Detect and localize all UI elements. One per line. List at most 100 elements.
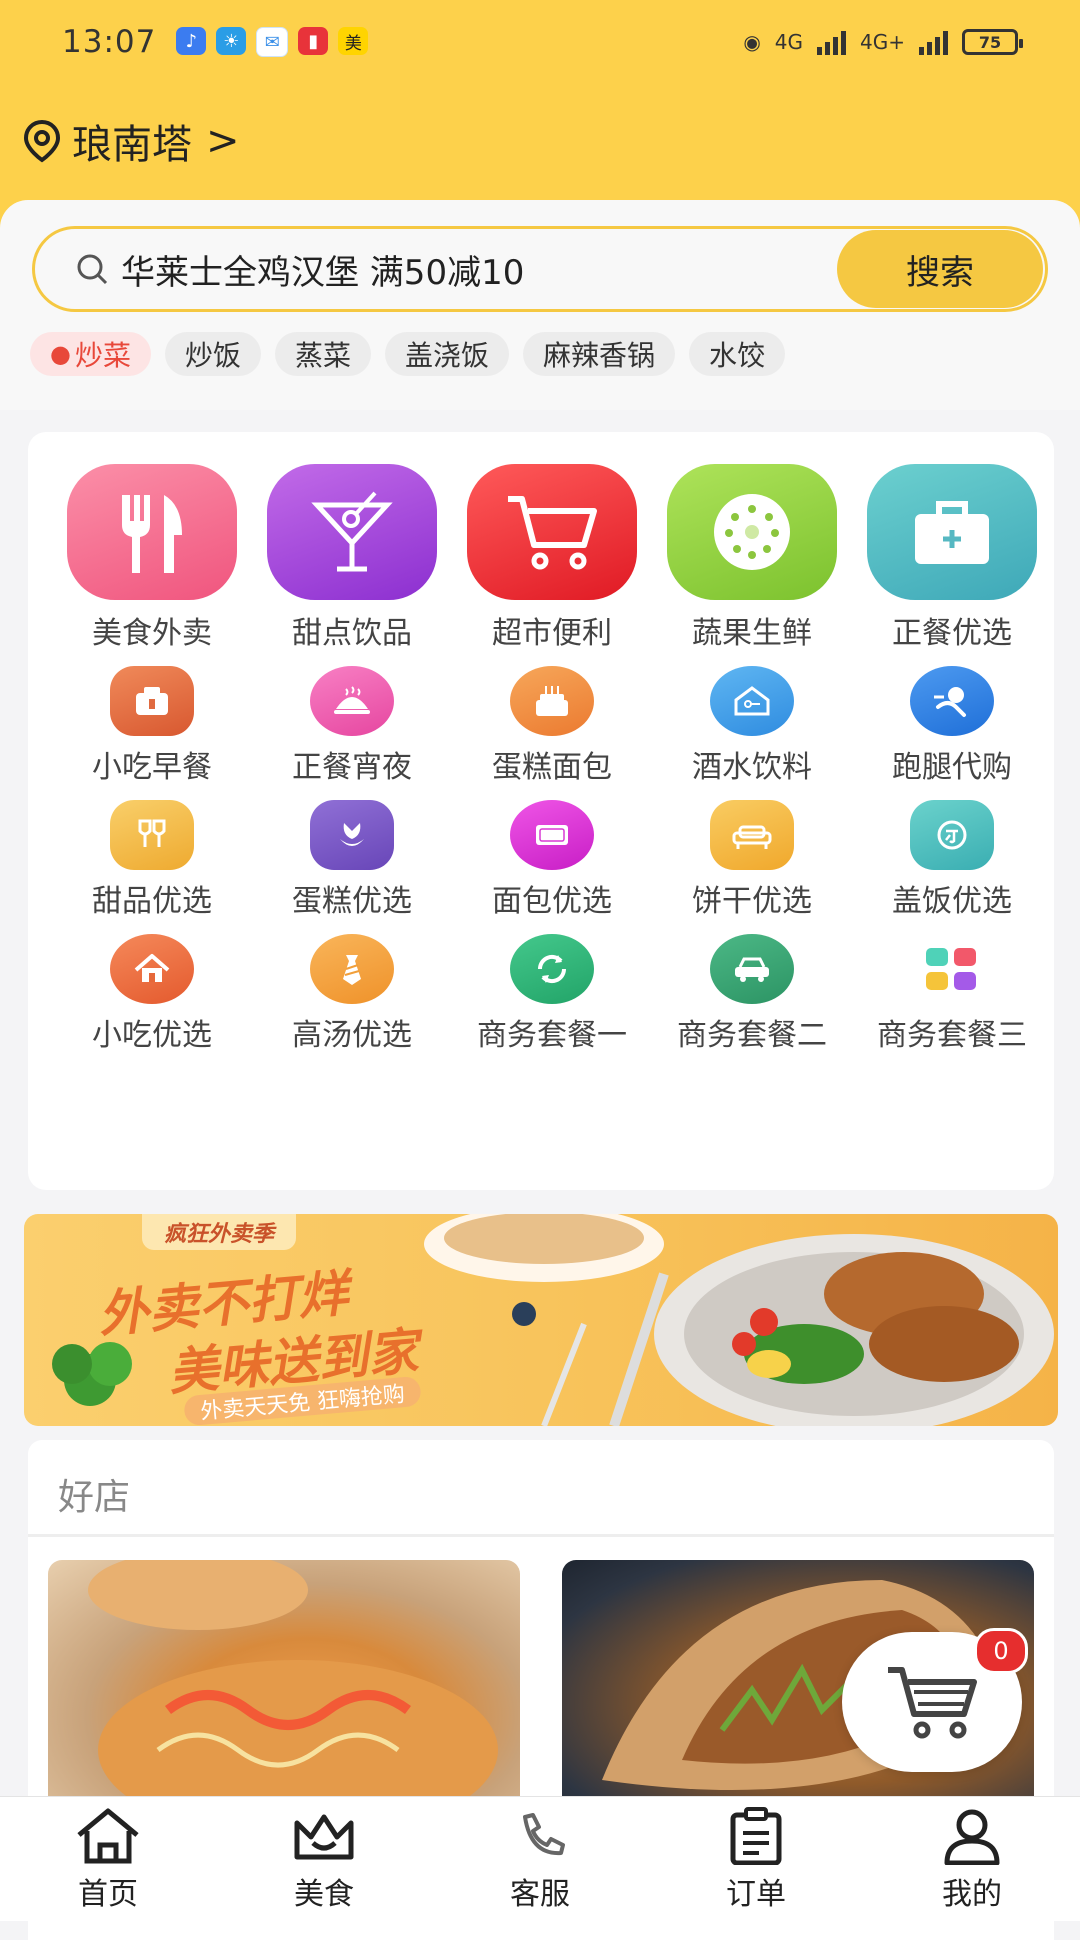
chip-label: 蒸菜 bbox=[294, 339, 351, 372]
chip-label: 炒菜 bbox=[74, 339, 131, 372]
user-icon bbox=[944, 1809, 1000, 1865]
fork-knife-icon bbox=[67, 464, 237, 600]
book-icon: ▮ bbox=[298, 27, 329, 55]
nav-profile[interactable]: 我的 bbox=[864, 1797, 1080, 1921]
cheers-icon bbox=[110, 800, 194, 870]
category-label: 酒水饮料 bbox=[692, 750, 812, 785]
category-label: 蛋糕优选 bbox=[292, 884, 412, 919]
coupon-icon bbox=[510, 800, 594, 870]
category-label: 蔬果生鲜 bbox=[692, 616, 812, 651]
nav-label: 客服 bbox=[510, 1877, 570, 1912]
cart-count-badge: 0 bbox=[974, 1628, 1028, 1674]
location-selector[interactable]: 琅南塔 > bbox=[22, 112, 240, 170]
cake-icon bbox=[510, 666, 594, 736]
network-1: 4G bbox=[774, 30, 804, 54]
category-row-2: 小吃早餐 正餐宵夜 蛋糕面包 酒水饮料 跑腿代购 bbox=[52, 666, 1052, 785]
category-label: 跑腿代购 bbox=[892, 750, 1012, 785]
category-label: 小吃早餐 bbox=[92, 750, 212, 785]
category-label: 甜点饮品 bbox=[292, 616, 412, 651]
divider bbox=[28, 1534, 1054, 1537]
tie-icon bbox=[310, 934, 394, 1004]
signal-icon bbox=[817, 29, 847, 55]
category-business-3[interactable]: 商务套餐三 bbox=[852, 934, 1052, 1053]
category-label: 蛋糕面包 bbox=[492, 750, 612, 785]
weather-icon: ☀ bbox=[216, 27, 247, 55]
chip-stir-fry[interactable]: ● 炒菜 bbox=[30, 332, 151, 376]
location-pin-icon bbox=[23, 119, 61, 163]
shop-card-image[interactable] bbox=[48, 1560, 520, 1820]
category-label: 商务套餐三 bbox=[877, 1018, 1027, 1053]
circle-tag-icon bbox=[910, 800, 994, 870]
chip-label: 炒饭 bbox=[184, 339, 241, 372]
category-supermarket[interactable]: 超市便利 bbox=[452, 464, 652, 651]
chip-fried-rice[interactable]: 炒饭 bbox=[164, 332, 261, 376]
category-errand[interactable]: 跑腿代购 bbox=[852, 666, 1052, 785]
status-right: ◉ 4G 4G+ 75 bbox=[743, 29, 1023, 55]
category-chips: ● 炒菜 炒饭 蒸菜 盖浇饭 麻辣香锅 水饺 bbox=[30, 332, 786, 376]
chevron-right-icon: > bbox=[206, 118, 240, 164]
status-bar: 13:07 ♪ ☀ ✉ ▮ 美 ◉ 4G 4G+ 75 bbox=[0, 0, 1080, 84]
category-snack-breakfast[interactable]: 小吃早餐 bbox=[52, 666, 252, 785]
category-label: 商务套餐二 bbox=[677, 1018, 827, 1053]
chip-spicy-pot[interactable]: 麻辣香锅 bbox=[523, 332, 676, 376]
nav-label: 我的 bbox=[942, 1877, 1002, 1912]
category-label: 正餐优选 bbox=[892, 616, 1012, 651]
nav-label: 美食 bbox=[294, 1877, 354, 1912]
briefcase-icon bbox=[867, 464, 1037, 600]
cocktail-icon bbox=[267, 464, 437, 600]
banner-tag: 疯狂外卖季 bbox=[142, 1214, 297, 1250]
search-button[interactable]: 搜索 bbox=[837, 230, 1043, 308]
home-outline-icon bbox=[77, 1808, 139, 1864]
nav-orders[interactable]: 订单 bbox=[648, 1797, 864, 1921]
category-label: 甜品优选 bbox=[92, 884, 212, 919]
category-soup-pick[interactable]: 高汤优选 bbox=[252, 934, 452, 1053]
refresh-icon bbox=[510, 934, 594, 1004]
runner-icon bbox=[910, 666, 994, 736]
category-card: 美食外卖 甜点饮品 超市便利 蔬果生鲜 正餐优选 小吃早餐 正餐宵夜 蛋糕面包 … bbox=[28, 432, 1054, 1190]
kiwi-icon bbox=[667, 464, 837, 600]
chip-dumplings[interactable]: 水饺 bbox=[689, 332, 786, 376]
chip-rice-bowl[interactable]: 盖浇饭 bbox=[385, 332, 510, 376]
apps-grid-icon bbox=[910, 934, 994, 1004]
nav-food[interactable]: 美食 bbox=[216, 1797, 432, 1921]
shopping-cart-icon bbox=[467, 464, 637, 600]
category-desserts-drinks[interactable]: 甜点饮品 bbox=[252, 464, 452, 651]
chip-label: 麻辣香锅 bbox=[543, 339, 656, 372]
clipboard-icon bbox=[730, 1807, 782, 1865]
category-cake-bread[interactable]: 蛋糕面包 bbox=[452, 666, 652, 785]
chip-label: 盖浇饭 bbox=[405, 339, 490, 372]
section-title: 好店 bbox=[58, 1477, 131, 1518]
category-biscuit-pick[interactable]: 饼干优选 bbox=[652, 800, 852, 919]
category-drinks[interactable]: 酒水饮料 bbox=[652, 666, 852, 785]
tulip-icon bbox=[310, 800, 394, 870]
category-label: 盖饭优选 bbox=[892, 884, 1012, 919]
category-label: 美食外卖 bbox=[92, 616, 212, 651]
category-main-meal[interactable]: 正餐优选 bbox=[852, 464, 1052, 651]
nav-service[interactable]: 客服 bbox=[432, 1797, 648, 1921]
category-ricebowl-pick[interactable]: 盖饭优选 bbox=[852, 800, 1052, 919]
shopping-cart-icon bbox=[888, 1667, 977, 1739]
category-dinner-late[interactable]: 正餐宵夜 bbox=[252, 666, 452, 785]
bread-photo bbox=[88, 1560, 498, 1820]
nav-home[interactable]: 首页 bbox=[0, 1797, 216, 1921]
category-snack-pick[interactable]: 小吃优选 bbox=[52, 934, 252, 1053]
search-box[interactable]: 华莱士全鸡汉堡 满50减10 搜索 bbox=[32, 226, 1048, 312]
chip-steamed[interactable]: 蒸菜 bbox=[274, 332, 371, 376]
category-dessert-pick[interactable]: 甜品优选 bbox=[52, 800, 252, 919]
chip-label: 水饺 bbox=[709, 339, 766, 372]
category-business-2[interactable]: 商务套餐二 bbox=[652, 934, 852, 1053]
home-icon bbox=[110, 934, 194, 1004]
category-fresh-produce[interactable]: 蔬果生鲜 bbox=[652, 464, 852, 651]
category-business-1[interactable]: 商务套餐一 bbox=[452, 934, 652, 1053]
search-input[interactable]: 华莱士全鸡汉堡 满50减10 bbox=[121, 245, 837, 294]
music-icon: ♪ bbox=[176, 27, 207, 55]
promo-banner[interactable]: 疯狂外卖季 外卖不打烊 美味送到家 外卖天天免 狂嗨抢购 bbox=[24, 1214, 1058, 1426]
meituan-icon: 美 bbox=[338, 27, 369, 55]
hotspot-icon: ◉ bbox=[743, 30, 761, 54]
house-key-icon bbox=[710, 666, 794, 736]
car-icon bbox=[710, 934, 794, 1004]
category-bread-pick[interactable]: 面包优选 bbox=[452, 800, 652, 919]
category-cake-pick[interactable]: 蛋糕优选 bbox=[252, 800, 452, 919]
category-food-delivery[interactable]: 美食外卖 bbox=[52, 464, 252, 651]
location-name: 琅南塔 bbox=[72, 122, 192, 168]
